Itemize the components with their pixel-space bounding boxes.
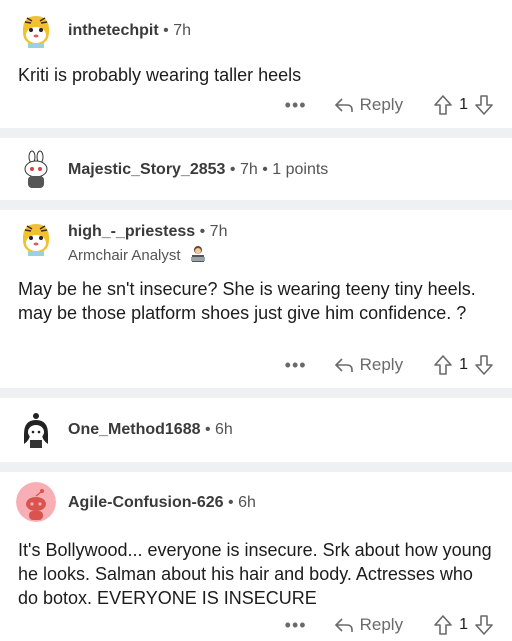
reply-label: Reply — [359, 615, 404, 634]
username-link[interactable]: high_-_priestess — [68, 223, 195, 240]
comment-3: high_-_priestess • 7h Armchair Analyst M… — [0, 210, 512, 388]
comment-separator — [0, 462, 512, 472]
vote-count: 1 — [459, 616, 468, 633]
timestamp: 7h — [173, 22, 191, 39]
timestamp: 6h — [215, 421, 233, 438]
comment-actions: ••• Reply 1 — [278, 611, 494, 639]
comment-5: Agile-Confusion-626 • 6h It's Bollywood.… — [0, 472, 512, 641]
user-flair: Armchair Analyst — [68, 245, 207, 267]
more-options-button[interactable]: ••• — [278, 615, 314, 636]
upvote-icon[interactable] — [433, 354, 453, 376]
meta-separator: • — [229, 161, 236, 178]
comment-body: It's Bollywood... everyone is insecure. … — [18, 540, 492, 608]
reply-button[interactable]: Reply — [334, 95, 403, 115]
snoo-bunny-ears-icon[interactable] — [16, 150, 56, 190]
username-link[interactable]: One_Method1688 — [68, 421, 200, 438]
more-options-button[interactable]: ••• — [278, 355, 314, 376]
snoo-yellow-tiger-icon[interactable] — [16, 218, 56, 258]
comment-4[interactable]: One_Method1688 • 6h — [0, 398, 512, 462]
comment-actions: ••• Reply 1 — [278, 351, 494, 379]
timestamp: 6h — [238, 494, 256, 511]
comment-separator — [0, 200, 512, 210]
comment-meta: high_-_priestess • 7h — [68, 223, 227, 241]
downvote-icon[interactable] — [474, 354, 494, 376]
reply-button[interactable]: Reply — [334, 615, 403, 635]
meta-separator: • — [262, 161, 268, 178]
snoo-dark-hair-icon[interactable] — [16, 410, 56, 450]
vote-count: 1 — [459, 356, 468, 373]
comment-body: May be he sn't insecure? She is wearing … — [18, 279, 476, 323]
reply-label: Reply — [359, 95, 404, 114]
comment-meta: Majestic_Story_2853 • 7h • 1 points — [68, 161, 328, 179]
meta-separator: • — [163, 22, 169, 39]
reply-button[interactable]: Reply — [334, 355, 403, 375]
reply-arrow-icon — [334, 618, 353, 632]
timestamp: 7h — [209, 223, 228, 240]
reply-label: Reply — [359, 355, 404, 374]
flair-text: Armchair Analyst — [68, 246, 181, 264]
reply-arrow-icon — [334, 358, 353, 372]
comment-actions: ••• Reply 1 — [278, 91, 494, 119]
upvote-icon[interactable] — [433, 94, 453, 116]
downvote-icon[interactable] — [474, 94, 494, 116]
meta-separator: • — [228, 494, 234, 511]
points-count: 1 points — [272, 161, 329, 178]
comment-2[interactable]: Majestic_Story_2853 • 7h • 1 points — [0, 138, 512, 200]
timestamp: 7h — [239, 161, 258, 178]
username-link[interactable]: inthetechpit — [68, 22, 159, 39]
meta-separator: • — [199, 223, 206, 240]
username-link[interactable]: Agile-Confusion-626 — [68, 494, 224, 511]
snoo-yellow-tiger-icon[interactable] — [16, 10, 56, 50]
comment-1: inthetechpit • 7h Kriti is probably wear… — [0, 0, 512, 128]
person-at-laptop-icon — [189, 245, 207, 267]
downvote-icon[interactable] — [474, 614, 494, 636]
snoo-default-pink-icon[interactable] — [16, 482, 56, 522]
comment-separator — [0, 388, 512, 398]
reply-arrow-icon — [334, 98, 353, 112]
upvote-icon[interactable] — [433, 614, 453, 636]
comment-meta: Agile-Confusion-626 • 6h — [68, 494, 256, 512]
comment-separator — [0, 128, 512, 138]
vote-count: 1 — [459, 96, 468, 113]
meta-separator: • — [204, 421, 211, 438]
comment-meta: One_Method1688 • 6h — [68, 421, 233, 439]
more-options-button[interactable]: ••• — [278, 95, 314, 116]
comment-body: Kriti is probably wearing taller heels — [18, 65, 302, 85]
username-link[interactable]: Majestic_Story_2853 — [68, 161, 225, 178]
comment-meta: inthetechpit • 7h — [68, 22, 191, 40]
